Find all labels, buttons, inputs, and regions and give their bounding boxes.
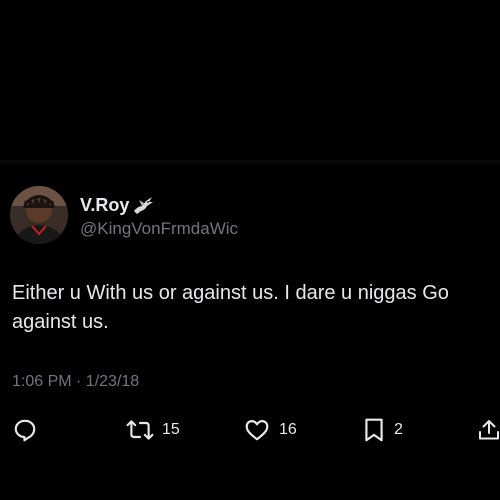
bookmark-button[interactable]: 2 [362,416,403,444]
heart-icon [243,417,271,443]
avatar[interactable] [10,186,68,244]
share-button[interactable] [478,416,500,444]
retweet-icon [126,417,154,443]
display-name[interactable]: V.Roy [80,195,129,216]
tweet-card[interactable]: V.Roy @KingVonFrmdaWic Either u With us … [0,168,500,500]
tweet-text: Either u With us or against us. I dare u… [12,282,449,333]
bookmark-icon [362,417,386,443]
reply-icon [12,417,38,443]
reply-button[interactable] [12,416,38,444]
timestamp[interactable]: 1:06 PM · 1/23/18 [12,373,139,391]
share-icon [478,417,500,443]
like-count: 16 [279,421,297,438]
bird-icon [131,194,155,216]
divider [0,160,500,166]
retweet-button[interactable]: 15 [126,416,180,444]
display-name-row[interactable]: V.Roy [80,194,155,216]
action-bar: 15 16 2 [0,416,500,444]
retweet-count: 15 [162,421,180,438]
like-button[interactable]: 16 [243,416,297,444]
user-handle[interactable]: @KingVonFrmdaWic [80,219,238,239]
bookmark-count: 2 [394,421,403,438]
